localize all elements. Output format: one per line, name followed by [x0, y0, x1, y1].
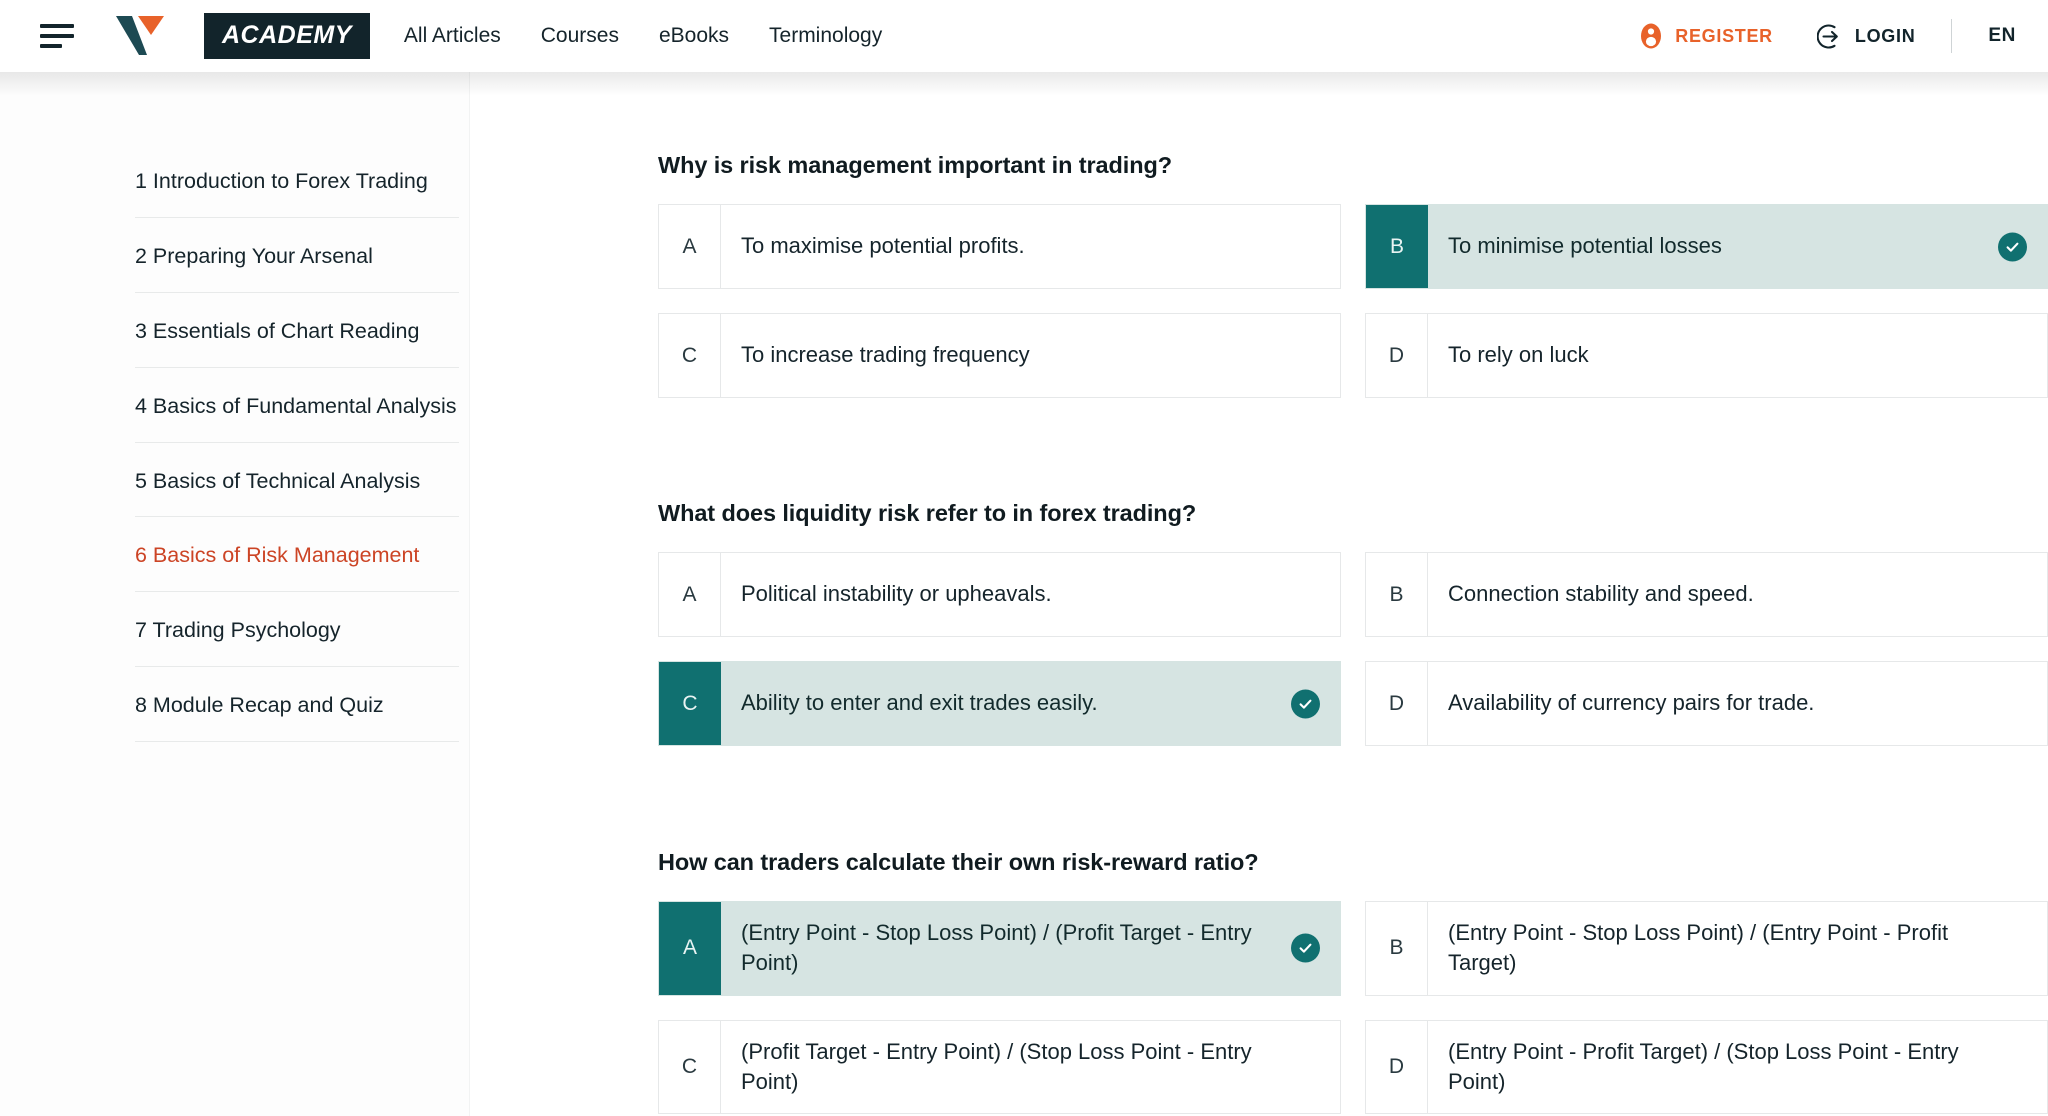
- option-text: To minimise potential losses: [1448, 233, 1722, 259]
- question-title-1: Why is risk management important in trad…: [658, 152, 1172, 178]
- login-arrow-icon: [1816, 23, 1844, 50]
- page-body: 1 Introduction to Forex Trading 2 Prepar…: [0, 72, 2048, 1116]
- option-3b[interactable]: B (Entry Point - Stop Loss Point) / (Ent…: [1365, 901, 2048, 996]
- register-label: REGISTER: [1675, 25, 1773, 46]
- option-letter: C: [659, 1020, 721, 1114]
- options-grid-1: A To maximise potential profits. B To mi…: [658, 204, 2048, 398]
- option-letter: A: [659, 902, 721, 995]
- course-toc: 1 Introduction to Forex Trading 2 Prepar…: [135, 168, 459, 767]
- login-label: LOGIN: [1854, 25, 1916, 46]
- option-text: Availability of currency pairs for trade…: [1448, 690, 1815, 716]
- nav-item-ebooks[interactable]: eBooks: [659, 24, 729, 48]
- option-1b[interactable]: B To minimise potential losses: [1365, 204, 2048, 289]
- hamburger-bar: [40, 34, 74, 38]
- question-block-2: What does liquidity risk refer to in for…: [658, 500, 2048, 746]
- option-letter: A: [659, 205, 721, 288]
- option-text: To rely on luck: [1448, 342, 1589, 368]
- option-2a[interactable]: A Political instability or upheavals.: [658, 552, 1341, 637]
- nav-item-courses[interactable]: Courses: [541, 24, 619, 48]
- hamburger-bar: [40, 24, 74, 28]
- option-letter: B: [1366, 902, 1428, 995]
- option-text: To maximise potential profits.: [741, 233, 1025, 259]
- option-letter: D: [1366, 1020, 1428, 1114]
- option-1a[interactable]: A To maximise potential profits.: [658, 204, 1341, 289]
- option-2c[interactable]: C Ability to enter and exit trades easil…: [658, 661, 1341, 746]
- course-sidebar: 1 Introduction to Forex Trading 2 Prepar…: [0, 72, 470, 1116]
- check-circle-icon: [1998, 232, 2027, 261]
- sidebar-item-5[interactable]: 5 Basics of Technical Analysis: [135, 468, 459, 518]
- nav-item-all-articles[interactable]: All Articles: [404, 24, 501, 48]
- option-3c[interactable]: C (Profit Target - Entry Point) / (Stop …: [658, 1019, 1341, 1115]
- quiz-content: Why is risk management important in trad…: [470, 72, 2048, 1116]
- question-title-3: How can traders calculate their own risk…: [658, 849, 1259, 875]
- sidebar-item-8[interactable]: 8 Module Recap and Quiz: [135, 692, 459, 742]
- sidebar-item-1[interactable]: 1 Introduction to Forex Trading: [135, 168, 459, 218]
- option-1d[interactable]: D To rely on luck: [1365, 313, 2048, 398]
- option-1c[interactable]: C To increase trading frequency: [658, 313, 1341, 398]
- option-text: (Entry Point - Stop Loss Point) / (Profi…: [741, 920, 1252, 976]
- sidebar-item-3[interactable]: 3 Essentials of Chart Reading: [135, 318, 459, 368]
- option-text: (Profit Target - Entry Point) / (Stop Lo…: [741, 1038, 1252, 1095]
- nav-item-terminology[interactable]: Terminology: [769, 24, 882, 48]
- sidebar-item-7[interactable]: 7 Trading Psychology: [135, 617, 459, 668]
- option-text: Ability to enter and exit trades easily.: [741, 690, 1098, 716]
- options-grid-2: A Political instability or upheavals. B …: [658, 552, 2048, 746]
- option-text: Connection stability and speed.: [1448, 581, 1754, 607]
- language-selector[interactable]: EN: [1988, 25, 2016, 47]
- question-title-2: What does liquidity risk refer to in for…: [658, 500, 1197, 526]
- option-2b[interactable]: B Connection stability and speed.: [1365, 552, 2048, 637]
- login-button[interactable]: LOGIN: [1816, 23, 1916, 50]
- option-letter: B: [1366, 205, 1428, 288]
- user-circle-icon: [1638, 23, 1664, 49]
- hamburger-bar: [40, 44, 62, 48]
- header-actions: REGISTER LOGIN EN: [1638, 19, 2016, 53]
- check-circle-icon: [1291, 689, 1320, 718]
- question-block-3: How can traders calculate their own risk…: [658, 849, 2048, 1115]
- option-letter: C: [659, 314, 721, 397]
- option-3d[interactable]: D (Entry Point - Profit Target) / (Stop …: [1365, 1019, 2048, 1115]
- header-divider: [1951, 19, 1953, 53]
- option-text: (Entry Point - Stop Loss Point) / (Entry…: [1448, 920, 1949, 976]
- main-nav: All Articles Courses eBooks Terminology: [404, 24, 882, 48]
- hamburger-icon[interactable]: [40, 21, 78, 51]
- register-button[interactable]: REGISTER: [1638, 23, 1773, 49]
- vantage-v-logo[interactable]: [114, 13, 166, 59]
- sidebar-item-6[interactable]: 6 Basics of Risk Management: [135, 542, 459, 593]
- option-letter: D: [1366, 662, 1428, 745]
- check-circle-icon: [1291, 933, 1320, 963]
- option-letter: D: [1366, 314, 1428, 397]
- sidebar-item-4[interactable]: 4 Basics of Fundamental Analysis: [135, 393, 459, 443]
- option-text: To increase trading frequency: [741, 342, 1030, 368]
- option-2d[interactable]: D Availability of currency pairs for tra…: [1365, 661, 2048, 746]
- sidebar-item-2[interactable]: 2 Preparing Your Arsenal: [135, 243, 459, 293]
- option-3a[interactable]: A (Entry Point - Stop Loss Point) / (Pro…: [658, 901, 1341, 996]
- option-letter: C: [659, 662, 721, 745]
- option-letter: A: [659, 553, 721, 636]
- site-header: ACADEMY All Articles Courses eBooks Term…: [0, 0, 2048, 72]
- option-text: Political instability or upheavals.: [741, 581, 1052, 607]
- option-text: (Entry Point - Profit Target) / (Stop Lo…: [1448, 1038, 1959, 1095]
- option-letter: B: [1366, 553, 1428, 636]
- question-block-1: Why is risk management important in trad…: [658, 152, 2048, 398]
- options-grid-3: A (Entry Point - Stop Loss Point) / (Pro…: [658, 901, 2048, 1115]
- academy-badge[interactable]: ACADEMY: [204, 13, 370, 59]
